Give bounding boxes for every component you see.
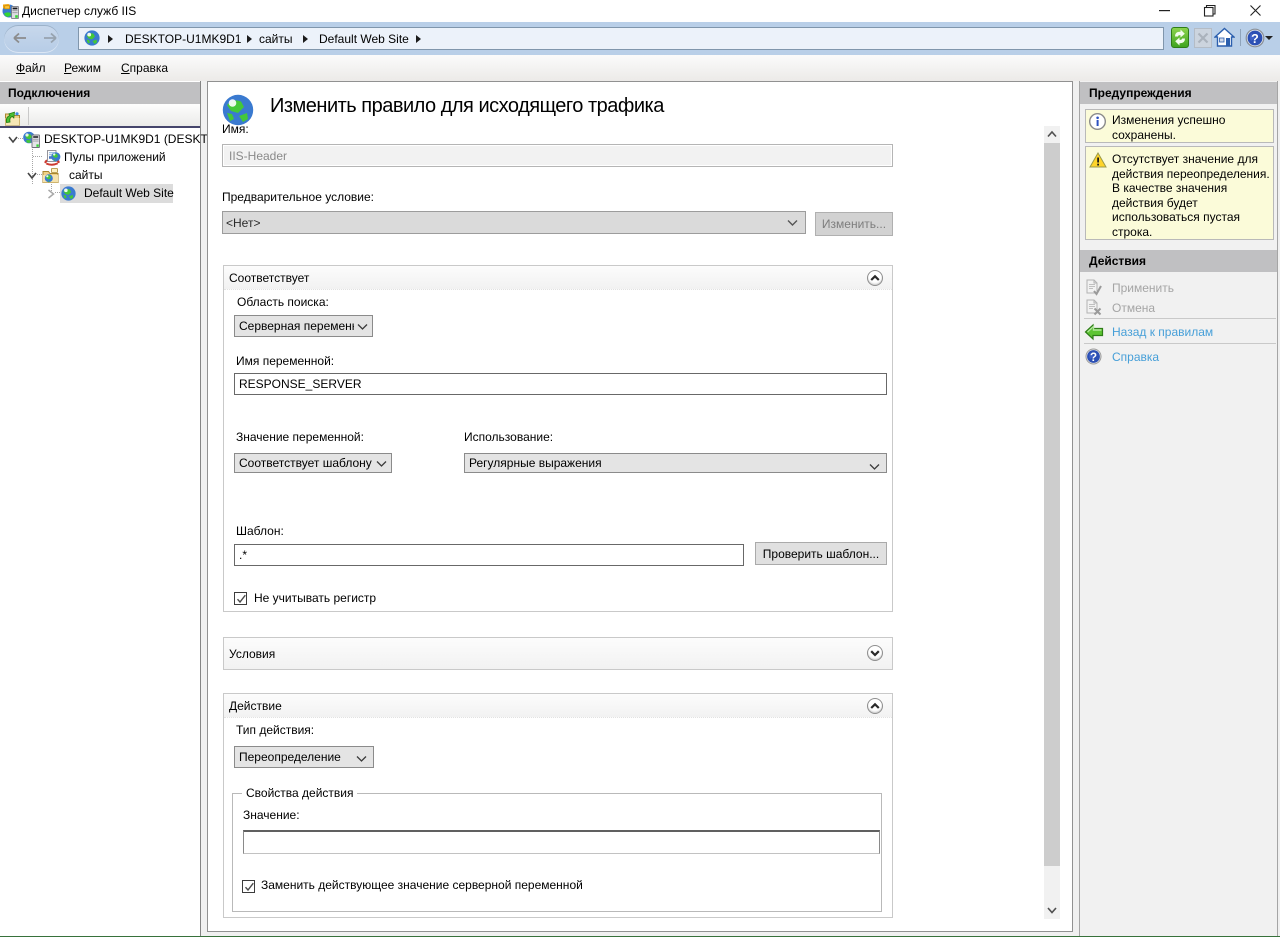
svg-text:?: ? bbox=[1090, 352, 1097, 364]
svg-text:?: ? bbox=[1251, 32, 1259, 46]
